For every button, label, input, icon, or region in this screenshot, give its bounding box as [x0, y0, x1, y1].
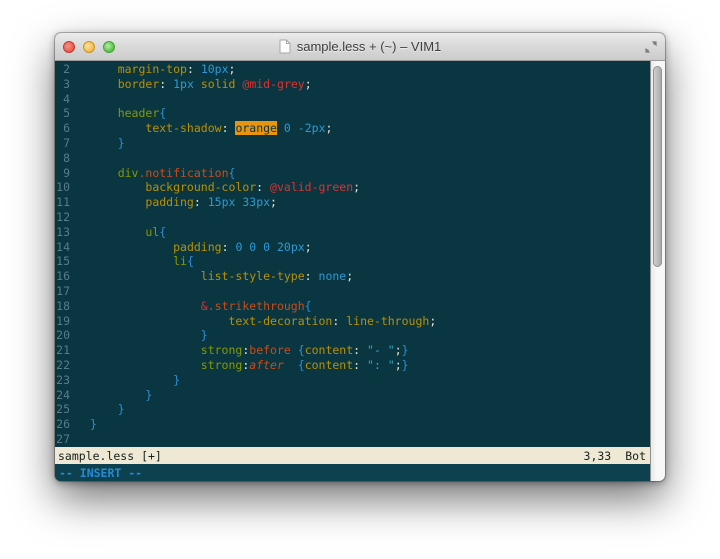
line-number: 21	[55, 343, 70, 358]
line-number: 15	[55, 254, 70, 269]
code-line: 4	[55, 92, 650, 107]
code-line: 10 background-color: @valid-green;	[55, 180, 650, 195]
code-line: 21 strong:before {content: "- ";}	[55, 343, 650, 358]
code-text: background-color: @valid-green;	[90, 180, 360, 194]
line-number: 6	[55, 121, 70, 136]
line-number: 10	[55, 180, 70, 195]
code-line: 15 li{	[55, 254, 650, 269]
line-number: 2	[55, 62, 70, 77]
code-text: strong:before {content: "- ";}	[90, 343, 409, 357]
code-line: 3 border: 1px solid @mid-grey;	[55, 77, 650, 92]
code-text: }	[90, 402, 125, 416]
title-area: sample.less + (~) – VIM1	[279, 39, 442, 54]
code-line: 6 text-shadow: orange 0 -2px;	[55, 121, 650, 136]
window-title: sample.less + (~) – VIM1	[297, 39, 442, 54]
line-number: 14	[55, 240, 70, 255]
command-line: -- INSERT --	[55, 464, 650, 481]
line-number: 11	[55, 195, 70, 210]
line-number: 19	[55, 314, 70, 329]
code-text: }	[90, 328, 208, 342]
code-line: 11 padding: 15px 33px;	[55, 195, 650, 210]
fullscreen-icon[interactable]	[644, 40, 658, 54]
mode-indicator: -- INSERT --	[59, 466, 142, 480]
status-scroll-position: Bot	[625, 449, 647, 463]
close-button[interactable]	[63, 41, 75, 53]
code-text: ul{	[90, 225, 166, 239]
line-number: 20	[55, 328, 70, 343]
code-area[interactable]: 2 margin-top: 10px;3 border: 1px solid @…	[55, 61, 650, 447]
line-number: 8	[55, 151, 70, 166]
line-number: 9	[55, 166, 70, 181]
titlebar[interactable]: sample.less + (~) – VIM1	[55, 33, 665, 61]
line-number: 18	[55, 299, 70, 314]
code-line: 19 text-decoration: line-through;	[55, 314, 650, 329]
code-text: strong:after {content: ": ";}	[90, 358, 409, 372]
code-line: 5 header{	[55, 106, 650, 121]
code-line: 7 }	[55, 136, 650, 151]
status-ruler: 3,33	[584, 449, 612, 463]
code-line: 18 &.strikethrough{	[55, 299, 650, 314]
scrollbar-thumb[interactable]	[653, 66, 662, 267]
line-number: 13	[55, 225, 70, 240]
minimize-button[interactable]	[83, 41, 95, 53]
line-number: 7	[55, 136, 70, 151]
code-text: }	[90, 373, 180, 387]
document-icon	[279, 39, 291, 54]
line-number: 25	[55, 402, 70, 417]
code-line: 24 }	[55, 388, 650, 403]
code-text: padding: 15px 33px;	[90, 195, 277, 209]
code-text: margin-top: 10px;	[90, 62, 235, 76]
code-line: 14 padding: 0 0 0 20px;	[55, 240, 650, 255]
code-line: 22 strong:after {content: ": ";}	[55, 358, 650, 373]
code-text: &.strikethrough{	[90, 299, 312, 313]
code-text: text-decoration: line-through;	[90, 314, 436, 328]
line-number: 12	[55, 210, 70, 225]
vim-window: sample.less + (~) – VIM1 2 margin-top: 1…	[55, 33, 665, 481]
line-number: 3	[55, 77, 70, 92]
line-number: 4	[55, 92, 70, 107]
code-line: 17	[55, 284, 650, 299]
search-highlight: orange	[235, 121, 277, 135]
line-number: 27	[55, 432, 70, 447]
window-controls	[63, 41, 115, 53]
status-bar: sample.less [+] 3,33 Bot	[55, 447, 650, 464]
code-text: }	[90, 417, 97, 431]
code-text: list-style-type: none;	[90, 269, 353, 283]
code-text: }	[90, 136, 125, 150]
code-line: 16 list-style-type: none;	[55, 269, 650, 284]
code-line: 12	[55, 210, 650, 225]
code-line: 20 }	[55, 328, 650, 343]
code-text: }	[90, 388, 152, 402]
line-number: 22	[55, 358, 70, 373]
line-number: 16	[55, 269, 70, 284]
code-line: 26}	[55, 417, 650, 432]
code-lines: 2 margin-top: 10px;3 border: 1px solid @…	[55, 62, 650, 447]
line-number: 24	[55, 388, 70, 403]
code-text: div.notification{	[90, 166, 235, 180]
code-line: 13 ul{	[55, 225, 650, 240]
code-line: 8	[55, 151, 650, 166]
line-number: 23	[55, 373, 70, 388]
code-text: text-shadow: orange 0 -2px;	[90, 121, 332, 135]
code-line: 2 margin-top: 10px;	[55, 62, 650, 77]
code-line: 23 }	[55, 373, 650, 388]
status-filename: sample.less [+]	[58, 449, 162, 463]
line-number: 17	[55, 284, 70, 299]
window-content: 2 margin-top: 10px;3 border: 1px solid @…	[55, 61, 665, 481]
line-number: 26	[55, 417, 70, 432]
zoom-button[interactable]	[103, 41, 115, 53]
code-text: padding: 0 0 0 20px;	[90, 240, 312, 254]
code-line: 27	[55, 432, 650, 447]
code-text: border: 1px solid @mid-grey;	[90, 77, 312, 91]
scrollbar-track[interactable]	[650, 61, 665, 481]
line-number: 5	[55, 106, 70, 121]
code-line: 25 }	[55, 402, 650, 417]
code-line: 9 div.notification{	[55, 166, 650, 181]
code-text: li{	[90, 254, 194, 268]
code-text: header{	[90, 106, 166, 120]
editor-column: 2 margin-top: 10px;3 border: 1px solid @…	[55, 61, 650, 481]
